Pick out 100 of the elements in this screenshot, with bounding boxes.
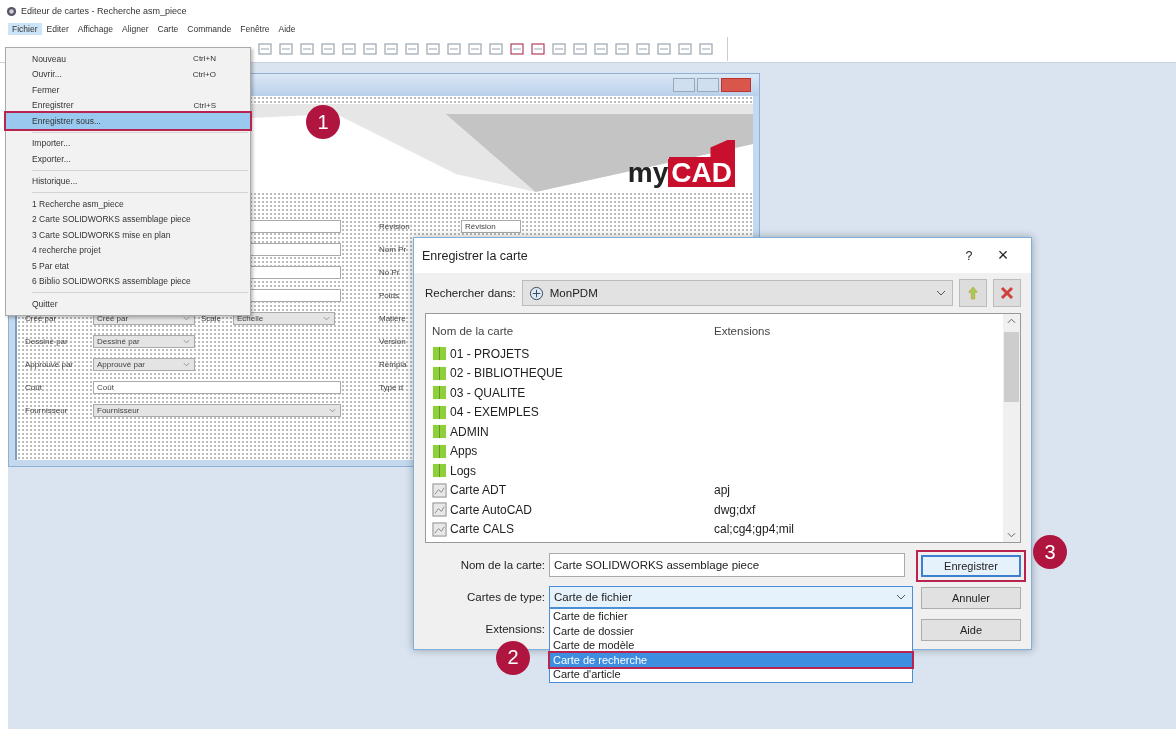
field-label: Nom Pr [379,245,408,254]
close-button[interactable] [721,78,751,92]
menu-item-label: Historique... [32,176,78,187]
text-field[interactable]: Révision [461,220,521,233]
menu-item[interactable]: 3 Carte SOLIDWORKS mise en plan [6,227,250,243]
menu-item[interactable]: Enregistrer sous... [6,113,250,129]
menu-item[interactable]: 1 Recherche asm_piece [6,196,250,212]
extensions-cell-text: cal;cg4;gp4;mil [714,522,796,537]
menu-item[interactable]: Enregistrer Ctrl+S [6,97,250,113]
dropdown-option[interactable]: Carte de fichier [550,609,912,624]
menu-item-label: Enregistrer sous... [32,115,101,126]
menu-item[interactable]: Nouveau Ctrl+N [6,51,250,67]
folder-dropdown[interactable]: MonPDM [521,280,953,306]
field-label: Extensions: [484,623,545,635]
menu-item-label: 5 Par etat [32,260,69,271]
menu-item[interactable]: Aligner [118,23,153,35]
menu-item-label: 1 Recherche asm_piece [32,198,124,209]
field-label: Approuvé par [25,359,75,369]
dropdown-field[interactable]: Echelle [233,311,335,325]
menu-item[interactable]: Importer... [6,135,250,151]
field-label: Fournisseur [25,405,69,415]
app-icon [6,5,17,17]
field-label: Type d [379,383,404,392]
dialog-button[interactable]: Aide [921,619,1021,641]
list-item[interactable]: 03 - QUALITE [450,385,526,400]
menu-item[interactable]: Historique... [6,173,250,189]
field-label: Nom de la carte: [459,559,545,571]
dialog-title: Enregistrer la carte [422,248,529,263]
extensions-cell-text: apj [714,483,731,498]
menu-item[interactable]: Fermer [6,82,250,98]
name-field[interactable]: Carte SOLIDWORKS assemblage piece [549,553,905,577]
menu-item[interactable]: 6 Biblio SOLIDWORKS assemblage piece [6,273,250,289]
step-number: 2 [496,640,530,675]
list-item[interactable]: ADMIN [450,424,489,439]
logo-text: CAD [668,158,735,187]
up-folder-button[interactable] [959,279,987,307]
chevron-down-icon [183,315,190,321]
list-item[interactable]: 04 - EXEMPLES [450,405,539,420]
menu-item[interactable]: Affichage [73,23,118,35]
dropdown-field[interactable]: Approuvé par [93,357,195,371]
delete-button[interactable] [993,279,1021,307]
menu-item-label: 2 Carte SOLIDWORKS assemblage piece [32,214,191,225]
help-button[interactable]: ? [949,248,989,263]
close-button[interactable]: × [989,245,1017,266]
menu-item[interactable]: 2 Carte SOLIDWORKS assemblage piece [6,211,250,227]
list-item[interactable]: Carte AutoCAD [450,502,533,517]
chevron-down-icon [323,315,330,321]
shortcut-label: Ctrl+N [193,54,216,64]
dropdown-option[interactable]: Carte de dossier [550,623,912,638]
up-arrow-icon [967,286,979,300]
list-item[interactable]: Carte ADT [450,483,506,498]
list-item[interactable]: Carte CALS [450,522,515,537]
column-header[interactable]: Extensions [714,325,914,337]
field-label: Coût [25,382,43,392]
folder-icon [432,404,447,420]
list-item[interactable]: 01 - PROJETS [450,346,530,361]
chevron-down-icon [329,407,336,413]
menu-item[interactable]: 5 Par etat [6,258,250,274]
dropdown-field[interactable]: Dessiné par [93,334,195,348]
menu-item[interactable]: Exporter... [6,151,250,167]
menu-item[interactable]: Commande [183,23,236,35]
type-dropdown[interactable]: Carte de fichier [549,586,913,608]
dialog-button[interactable]: Annuler [921,587,1021,609]
chevron-down-icon [936,290,946,296]
minimize-button[interactable] [673,78,695,92]
x-icon [1000,286,1014,300]
window-title: Editeur de cartes - Recherche asm_piece [21,6,187,16]
dropdown-option[interactable]: Carte d'article [550,667,912,682]
menu-item[interactable]: Fichier [8,23,42,35]
menu-item[interactable]: Aide [274,23,300,35]
dropdown-option[interactable]: Carte de modèle [550,638,912,653]
list-item[interactable]: Logs [450,463,477,478]
menu-item[interactable]: Ouvrir... Ctrl+O [6,66,250,82]
menu-item[interactable]: Fenêtre [236,23,274,35]
menu-item-label: 6 Biblio SOLIDWORKS assemblage piece [32,276,191,287]
document-icon [432,502,447,518]
scroll-up-icon[interactable] [1007,318,1016,324]
column-header[interactable]: Nom de la carte [432,325,714,337]
folder-icon [432,463,447,479]
menu-item[interactable]: Editer [42,23,73,35]
chevron-down-icon [183,338,190,344]
text-field[interactable]: Coût [93,380,341,394]
scrollbar[interactable] [1003,314,1020,542]
list-item[interactable]: 02 - BIBLIOTHEQUE [450,366,563,381]
globe-icon [528,285,544,301]
list-item[interactable]: Apps [450,444,478,459]
menu-item[interactable]: Carte [153,23,183,35]
menu-item-label: Exporter... [32,153,71,164]
dropdown-field[interactable]: Fournisseur [93,403,341,417]
menu-item[interactable]: 4 recherche projet [6,242,250,258]
folder-icon [432,365,447,381]
field-label: Créé par [25,313,58,323]
folder-icon [432,346,447,362]
field-label: Matière [379,314,407,323]
menu-item[interactable]: Quitter [6,296,250,312]
maximize-button[interactable] [697,78,719,92]
shortcut-label: Ctrl+O [192,69,216,79]
dialog-button[interactable]: Enregistrer [921,555,1021,577]
field-label: Dessiné par [25,336,69,346]
scroll-down-icon[interactable] [1007,532,1016,538]
